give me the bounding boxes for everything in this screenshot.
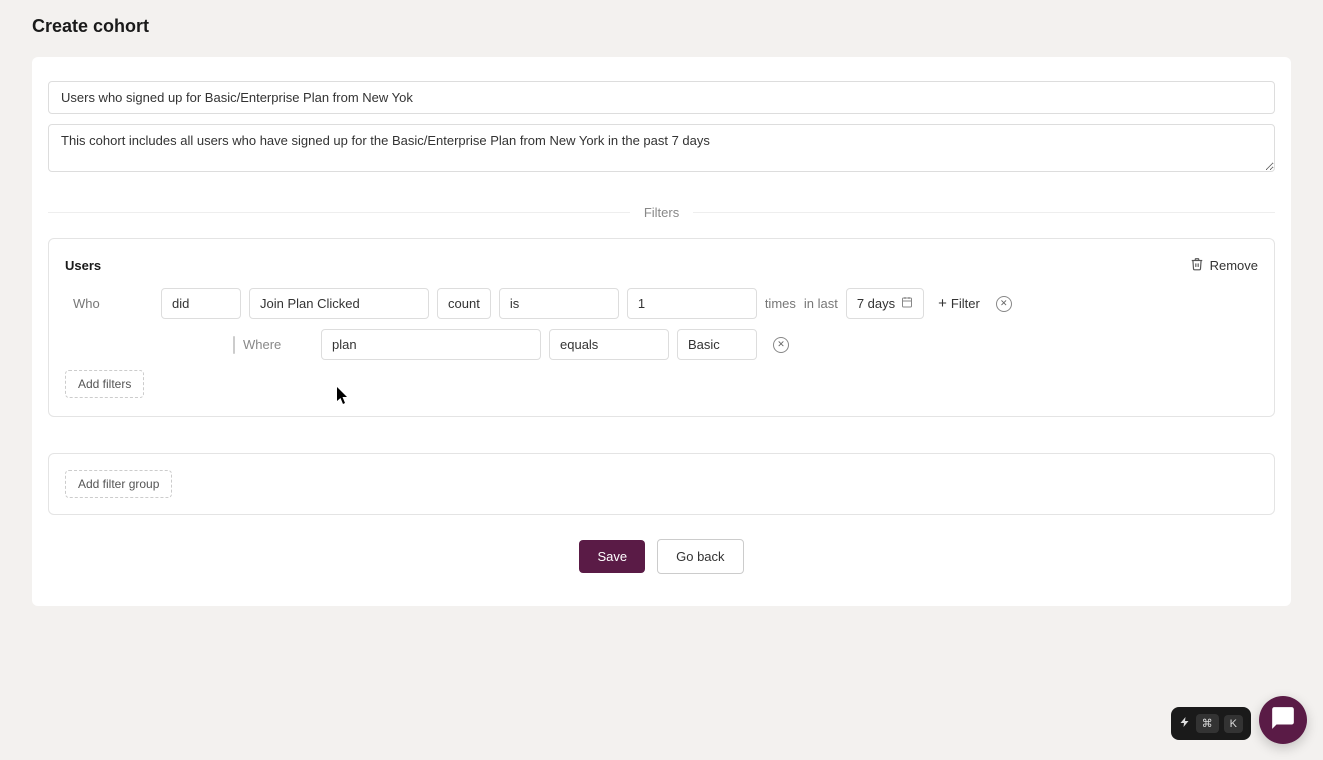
divider-line-right bbox=[693, 212, 1275, 213]
did-select[interactable]: did bbox=[161, 288, 241, 319]
property-select[interactable]: plan bbox=[321, 329, 541, 360]
event-select[interactable]: Join Plan Clicked bbox=[249, 288, 429, 319]
trash-icon bbox=[1190, 257, 1204, 274]
add-filter-group-card: Add filter group bbox=[48, 453, 1275, 515]
filter-group-users: Users Remove Who did Join Plan Clicked c… bbox=[48, 238, 1275, 417]
operator-value: is bbox=[510, 296, 519, 311]
property-value-text: Basic bbox=[688, 337, 720, 352]
add-filters-button[interactable]: Add filters bbox=[65, 370, 144, 398]
page-title: Create cohort bbox=[0, 0, 1323, 37]
where-label: Where bbox=[233, 337, 313, 352]
filters-label: Filters bbox=[630, 205, 693, 220]
operator-select[interactable]: is bbox=[499, 288, 619, 319]
sub-indicator bbox=[233, 336, 235, 354]
chat-icon bbox=[1270, 705, 1296, 736]
cohort-name-input[interactable] bbox=[48, 81, 1275, 114]
event-value: Join Plan Clicked bbox=[260, 296, 360, 311]
timerange-select[interactable]: 7 days bbox=[846, 288, 924, 319]
filter-group-header: Users Remove bbox=[65, 257, 1258, 274]
property-operator-value: equals bbox=[560, 337, 598, 352]
calendar-icon bbox=[901, 296, 913, 311]
property-value-select[interactable]: Basic bbox=[677, 329, 757, 360]
filters-divider: Filters bbox=[48, 205, 1275, 220]
divider-line-left bbox=[48, 212, 630, 213]
remove-property-row-button[interactable]: ✕ bbox=[773, 337, 789, 353]
plus-icon: + bbox=[938, 295, 947, 312]
in-last-label: in last bbox=[804, 296, 838, 311]
property-operator-select[interactable]: equals bbox=[549, 329, 669, 360]
x-icon: ✕ bbox=[1000, 299, 1008, 308]
remove-filter-group-button[interactable]: Remove bbox=[1190, 257, 1258, 274]
cohort-description-input[interactable] bbox=[48, 124, 1275, 172]
count-select[interactable]: count bbox=[437, 288, 491, 319]
x-icon: ✕ bbox=[777, 340, 785, 349]
keyboard-shortcut-pill[interactable]: ⌘ K bbox=[1171, 707, 1251, 740]
remove-event-row-button[interactable]: ✕ bbox=[996, 296, 1012, 312]
count-label: count bbox=[448, 296, 480, 311]
add-filter-group-button[interactable]: Add filter group bbox=[65, 470, 172, 498]
timerange-value: 7 days bbox=[857, 296, 895, 311]
form-actions: Save Go back bbox=[48, 539, 1275, 574]
did-value: did bbox=[172, 296, 189, 311]
who-label: Who bbox=[65, 296, 153, 311]
go-back-button[interactable]: Go back bbox=[657, 539, 743, 574]
lightning-icon bbox=[1179, 716, 1191, 731]
add-filter-link[interactable]: + Filter bbox=[938, 295, 980, 312]
times-label: times bbox=[765, 296, 796, 311]
remove-label: Remove bbox=[1210, 258, 1258, 273]
k-key: K bbox=[1224, 715, 1243, 733]
chat-launcher-button[interactable] bbox=[1259, 696, 1307, 744]
cmd-key: ⌘ bbox=[1196, 714, 1219, 733]
filter-row-who: Who did Join Plan Clicked count is times… bbox=[65, 288, 1258, 319]
filter-group-title: Users bbox=[65, 258, 101, 273]
save-button[interactable]: Save bbox=[579, 540, 645, 573]
cohort-form-card: Filters Users Remove Who did Join Plan C… bbox=[32, 57, 1291, 606]
property-value: plan bbox=[332, 337, 357, 352]
filter-subrow-where: Where plan equals Basic ✕ bbox=[233, 329, 1258, 360]
count-number-input[interactable] bbox=[627, 288, 757, 319]
filter-link-label: Filter bbox=[951, 296, 980, 311]
